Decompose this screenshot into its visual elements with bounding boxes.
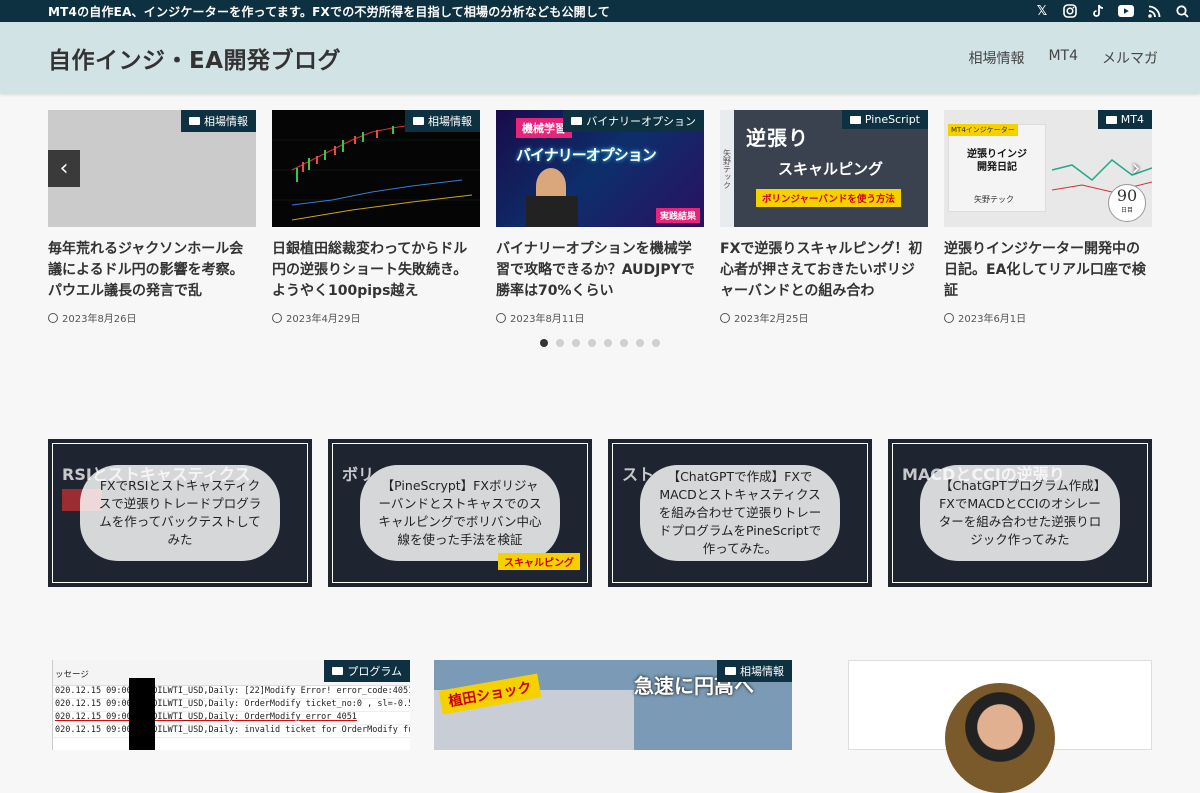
carousel-dot[interactable] (556, 339, 564, 347)
thumb-subheadline: スキャルピング (778, 160, 884, 178)
featured-tag: スキャルピング (498, 553, 580, 570)
log-line: 020.12.15 09:00:43 OILWTI_USD,Daily: [22… (53, 686, 410, 699)
thumb-headline: バイナリーオプション (516, 146, 657, 164)
featured-title[interactable]: 【ChatGPTプログラム作成】FXでMACDとCCIのオシレーターを組み合わせ… (920, 465, 1120, 561)
carousel-next-button[interactable]: › (1120, 150, 1152, 187)
card-date: 2023年4月29日 (272, 310, 480, 325)
folder-icon (1105, 115, 1117, 124)
clock-icon (496, 312, 506, 323)
carousel-dot[interactable] (604, 339, 612, 347)
card-thumbnail[interactable]: 相場情報 (272, 110, 480, 227)
card-thumbnail[interactable]: 機械学習 バイナリーオプション 実践結果 バイナリーオプション (496, 110, 704, 227)
clock-icon (272, 312, 282, 323)
youtube-icon[interactable] (1118, 3, 1134, 19)
category-badge: MT4 (1097, 110, 1152, 129)
carousel-card[interactable]: 相場情報 毎年荒れるジャクソンホール会議によるドル円の影響を考察。パウエル議長の… (48, 110, 256, 325)
featured-title[interactable]: 【PineScrypt】FXボリジャーバンドとストキャスでのスキャルピングでボリ… (360, 465, 560, 561)
category-badge: プログラム (324, 660, 410, 682)
category-badge: 相場情報 (181, 110, 256, 132)
card-date: 2023年6月1日 (944, 310, 1152, 325)
featured-card[interactable]: RSIとストキャスティクス FXでRSIとストキャスティクスで逆張りトレードプロ… (48, 439, 312, 587)
card-date: 2023年2月25日 (720, 310, 928, 325)
folder-icon (413, 117, 424, 125)
folder-icon (849, 115, 861, 124)
clock-icon (720, 312, 730, 323)
post-thumbnail[interactable]: ッセージ 020.12.15 09:00:43 OILWTI_USD,Daily… (52, 660, 410, 750)
log-line: 020.12.15 09:00:43 OILWTI_USD,Daily: Ord… (53, 712, 410, 725)
card-title[interactable]: バイナリーオプションを機械学習で攻略できるか？AUDJPYで勝率は70%くらい (496, 239, 704, 302)
card-title[interactable]: 逆張りインジケーター開発中の日記。EA化してリアル口座で検証 (944, 239, 1152, 302)
redaction-bar (129, 678, 155, 750)
nav-item-market[interactable]: 相場情報 (968, 48, 1024, 68)
carousel-card[interactable]: 機械学習 バイナリーオプション 実践結果 バイナリーオプション バイナリーオプシ… (496, 110, 704, 325)
thumb-footer: 矢野テック (974, 195, 1014, 204)
nav-item-mt4[interactable]: MT4 (1048, 48, 1078, 68)
rss-icon[interactable] (1146, 3, 1162, 19)
clock-icon (48, 312, 58, 323)
site-logo[interactable]: 自作インジ・EA開発ブログ (48, 41, 341, 75)
card-date: 2023年8月26日 (48, 310, 256, 325)
card-title[interactable]: FXで逆張りスキャルピング！初心者が押さえておきたいボリジャーバンドとの組み合わ (720, 239, 928, 302)
main-nav: 相場情報 MT4 メルマガ (968, 48, 1158, 68)
social-icons: 𝕏 (1034, 3, 1190, 19)
thumb-tag: MT4インジケーター (948, 124, 1018, 136)
thumb-headline: 逆張りインジ開発日記 (967, 149, 1027, 173)
instagram-icon[interactable] (1062, 3, 1078, 19)
featured-title[interactable]: 【ChatGPTで作成】FXでMACDとストキャスティクスを組み合わせて逆張りト… (640, 465, 840, 561)
thumb-side-text: 矢野テック (720, 110, 734, 227)
carousel-prev-button[interactable]: ‹ (48, 150, 80, 187)
nav-item-newsletter[interactable]: メルマガ (1102, 48, 1158, 68)
carousel-dot[interactable] (652, 339, 660, 347)
person-body (526, 196, 578, 227)
folder-icon (332, 667, 344, 675)
carousel-card[interactable]: 相場情報 日銀植田総裁変わってからドル円の逆張りショート失敗続き。ようやく100… (272, 110, 480, 325)
thumb-headline: 逆張り (746, 126, 809, 150)
carousel-dot[interactable] (588, 339, 596, 347)
tiktok-icon[interactable] (1090, 3, 1106, 19)
folder-icon (571, 117, 583, 125)
card-date: 2023年8月11日 (496, 310, 704, 325)
clock-icon (944, 312, 954, 323)
featured-title[interactable]: FXでRSIとストキャスティクスで逆張りトレードプログラムを作ってバックテストし… (80, 465, 280, 561)
category-badge: 相場情報 (717, 660, 792, 682)
featured-card[interactable]: MACDとCCIの逆張り 【ChatGPTプログラム作成】FXでMACDとCCI… (888, 439, 1152, 587)
category-badge: 相場情報 (405, 110, 480, 132)
carousel-card[interactable]: MT4インジケーター 逆張りインジ開発日記 矢野テック 90 日目 MT4 逆張… (944, 110, 1152, 325)
search-icon[interactable] (1174, 3, 1190, 19)
log-line: 020.12.15 09:00:43 OILWTI_USD,Daily: inv… (53, 725, 410, 738)
featured-card[interactable]: スト 【ChatGPTで作成】FXでMACDとストキャスティクスを組み合わせて逆… (608, 439, 872, 587)
folder-icon (725, 667, 736, 675)
carousel-dot[interactable] (620, 339, 628, 347)
carousel-dot[interactable] (572, 339, 580, 347)
top-bar: MT4の自作EA、インジケーターを作ってます。FXでの不労所得を目指して相場の分… (0, 0, 1200, 22)
post-thumbnail[interactable]: 植田ショック 急速に円高へ 相場情報 (434, 660, 792, 750)
thumb-footer: 実践結果 (656, 208, 701, 223)
days-counter: 90 日目 (1108, 184, 1146, 222)
carousel-card[interactable]: 矢野テック 逆張り スキャルピング ボリンジャーバンドを使う方法 PineScr… (720, 110, 928, 325)
card-title[interactable]: 日銀植田総裁変わってからドル円の逆張りショート失敗続き。ようやく100pips越… (272, 239, 480, 302)
featured-card[interactable]: ボリ スキャルピング 【PineScrypt】FXボリジャーバンドとストキャスで… (328, 439, 592, 587)
carousel-dot[interactable] (540, 339, 548, 347)
site-tagline: MT4の自作EA、インジケーターを作ってます。FXでの不労所得を目指して相場の分… (48, 4, 610, 19)
card-title[interactable]: 毎年荒れるジャクソンホール会議によるドル円の影響を考察。パウエル議長の発言で乱 (48, 239, 256, 302)
log-line: 020.12.15 09:00:43 OILWTI_USD,Daily: Ord… (53, 699, 410, 712)
x-icon[interactable]: 𝕏 (1034, 3, 1050, 19)
site-header: 自作インジ・EA開発ブログ 相場情報 MT4 メルマガ (0, 22, 1200, 94)
author-avatar[interactable] (945, 683, 1055, 793)
card-thumbnail[interactable]: 矢野テック 逆張り スキャルピング ボリンジャーバンドを使う方法 PineScr… (720, 110, 928, 227)
carousel-dots (48, 339, 1152, 347)
folder-icon (189, 117, 200, 125)
category-badge: PineScript (841, 110, 928, 129)
post-carousel: 相場情報 毎年荒れるジャクソンホール会議によるドル円の影響を考察。パウエル議長の… (48, 110, 1152, 350)
thumb-footer: ボリンジャーバンドを使う方法 (756, 189, 901, 207)
author-widget (848, 660, 1152, 793)
carousel-dot[interactable] (636, 339, 644, 347)
category-badge: バイナリーオプション (563, 110, 704, 132)
